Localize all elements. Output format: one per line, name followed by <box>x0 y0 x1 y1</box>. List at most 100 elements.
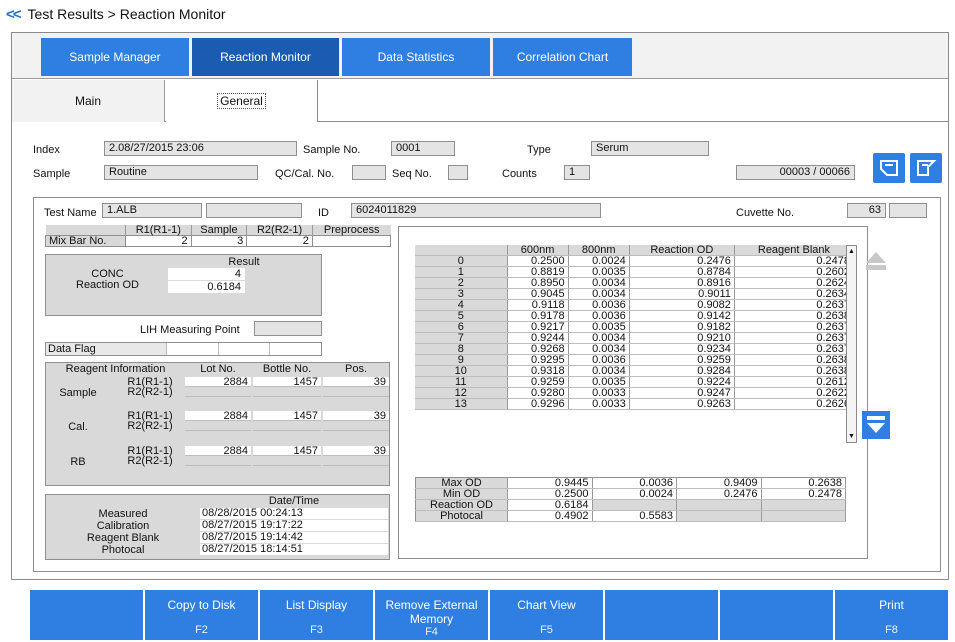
reagent-pos-value <box>323 387 389 397</box>
sample-no-label: Sample No. <box>303 144 361 156</box>
id-label: ID <box>318 207 329 219</box>
od-cell: 0.9247 <box>629 387 735 399</box>
fkey-list-display[interactable]: List Display F3 <box>260 590 373 640</box>
od-row-index: 12 <box>415 387 508 399</box>
reagent-r-label: R2(R2-1) <box>127 455 173 467</box>
od-summary-label: Min OD <box>415 488 508 500</box>
fkey-copy-to-disk[interactable]: Copy to Disk F2 <box>145 590 258 640</box>
reagent-r-label: R2(R2-1) <box>127 420 173 432</box>
nav-data-statistics[interactable]: Data Statistics <box>342 38 490 76</box>
page-up-icon[interactable] <box>862 247 890 275</box>
od-summary-row: Reaction OD 0.6184 <box>415 499 846 511</box>
mix-bar-label: Mix Bar No. <box>45 235 126 247</box>
mix-value <box>311 235 392 247</box>
od-cell: 0.0034 <box>568 343 630 355</box>
od-scrollbar[interactable]: ▲ ▼ <box>846 245 857 443</box>
tab-general[interactable]: General <box>166 80 318 122</box>
previous-record-icon[interactable] <box>873 153 905 183</box>
index-field: 2.08/27/2015 23:06 <box>104 141 297 156</box>
breadcrumb-path: Test Results > Reaction Monitor <box>27 6 226 22</box>
fkey-label: Print <box>879 598 904 612</box>
od-cell: 0.9182 <box>629 321 735 333</box>
od-cell: 0.9259 <box>507 376 569 388</box>
mix-header: R2(R2-1) <box>246 225 313 236</box>
od-cell: 0.2612 <box>734 376 855 388</box>
fkey-print[interactable]: Print F8 <box>835 590 948 640</box>
sample-label: Sample <box>33 168 71 180</box>
od-column-header: Reaction OD <box>629 245 735 256</box>
reagent-pos-value: 39 <box>323 446 389 457</box>
conc-value: 4 <box>168 268 245 280</box>
od-column-header: Reagent Blank <box>734 245 855 256</box>
counts-field: 1 <box>564 165 590 180</box>
back-icon[interactable]: << <box>6 6 21 23</box>
reagent-bottle-value: 1457 <box>253 411 321 422</box>
fkey-remove-external-memory[interactable]: Remove External Memory F4 <box>375 590 488 640</box>
od-cell: 0.2638 <box>734 310 855 322</box>
od-header-row: 600nm 800nm Reaction OD Reagent Blank <box>415 245 855 256</box>
sample-no-field: 0001 <box>391 141 455 156</box>
nav-reaction-monitor[interactable]: Reaction Monitor <box>192 38 339 76</box>
od-cell: 0.9295 <box>507 354 569 366</box>
data-flag-row: Data Flag <box>45 342 322 356</box>
od-cell: 0.9259 <box>629 354 735 366</box>
od-cell: 0.8819 <box>507 266 569 278</box>
reagent-header: Reagent Information <box>65 363 166 375</box>
qc-cal-field <box>352 165 386 180</box>
reagent-pos-value: 39 <box>323 411 389 422</box>
reagent-lot-value <box>185 387 251 397</box>
lih-field <box>254 321 322 336</box>
mix-header: Sample <box>190 225 247 236</box>
od-row: 0 0.2500 0.0024 0.2476 0.2478 <box>415 255 855 267</box>
od-row-index: 8 <box>415 343 508 355</box>
next-record-icon[interactable] <box>910 153 942 183</box>
mix-bar-table: R1(R1-1) Sample R2(R2-1) Preprocess Mix … <box>45 225 392 247</box>
datetime-value: 08/27/2015 18:14:51 <box>200 544 388 555</box>
datetime-value: 08/27/2015 19:14:42 <box>200 532 388 543</box>
fkey-blank <box>30 590 143 640</box>
reagent-bottle-value: 1457 <box>253 446 321 457</box>
od-summary-cell: 0.2476 <box>676 488 762 500</box>
scroll-up-icon[interactable]: ▲ <box>848 248 855 255</box>
od-cell: 0.0035 <box>568 266 630 278</box>
od-summary-cell <box>676 499 762 511</box>
datetime-value: 08/28/2015 00:24:13 <box>200 508 388 519</box>
nav-correlation-chart[interactable]: Correlation Chart <box>493 38 632 76</box>
page-down-icon[interactable] <box>862 411 890 439</box>
reagent-pos-value <box>323 456 389 466</box>
od-cell: 0.0024 <box>568 255 630 267</box>
od-cell: 0.9142 <box>629 310 735 322</box>
od-summary-cell: 0.6184 <box>507 499 593 511</box>
od-summary-cell <box>761 510 846 522</box>
od-row: 1 0.8819 0.0035 0.8784 0.2602 <box>415 266 855 278</box>
od-cell: 0.9224 <box>629 376 735 388</box>
od-summary-cell <box>592 499 677 511</box>
od-cell: 0.0035 <box>568 376 630 388</box>
od-row-index: 10 <box>415 365 508 377</box>
od-summary-cell: 0.5583 <box>592 510 677 522</box>
od-cell: 0.9210 <box>629 332 735 344</box>
od-column-header: 600nm <box>507 245 569 256</box>
od-cell: 0.2602 <box>734 266 855 278</box>
od-cell: 0.0034 <box>568 288 630 300</box>
tab-general-label: General <box>217 93 266 109</box>
reagent-group-label: Sample <box>59 387 97 399</box>
mix-value: 2 <box>246 235 313 247</box>
datetime-label: Measured <box>98 508 148 520</box>
od-cell: 0.2637 <box>734 343 855 355</box>
od-cell: 0.9268 <box>507 343 569 355</box>
od-cell: 0.2622 <box>734 387 855 399</box>
id-field: 6024011829 <box>351 203 601 218</box>
cuvette-extra-field <box>889 203 927 218</box>
tab-main[interactable]: Main <box>12 80 165 122</box>
od-cell: 0.9263 <box>629 398 735 410</box>
od-row: 12 0.9280 0.0033 0.9247 0.2622 <box>415 387 855 399</box>
od-cell: 0.2637 <box>734 299 855 311</box>
reagent-bottle-value <box>253 421 321 431</box>
nav-sample-manager[interactable]: Sample Manager <box>41 38 189 76</box>
od-row: 9 0.9295 0.0036 0.9259 0.2638 <box>415 354 855 366</box>
scroll-down-icon[interactable]: ▼ <box>848 433 855 440</box>
fkey-chart-view[interactable]: Chart View F5 <box>490 590 603 640</box>
function-key-bar: Copy to Disk F2 List Display F3 Remove Exter… <box>30 590 948 640</box>
od-table: 600nm 800nm Reaction OD Reagent Blank 0 0.250… <box>415 245 855 410</box>
